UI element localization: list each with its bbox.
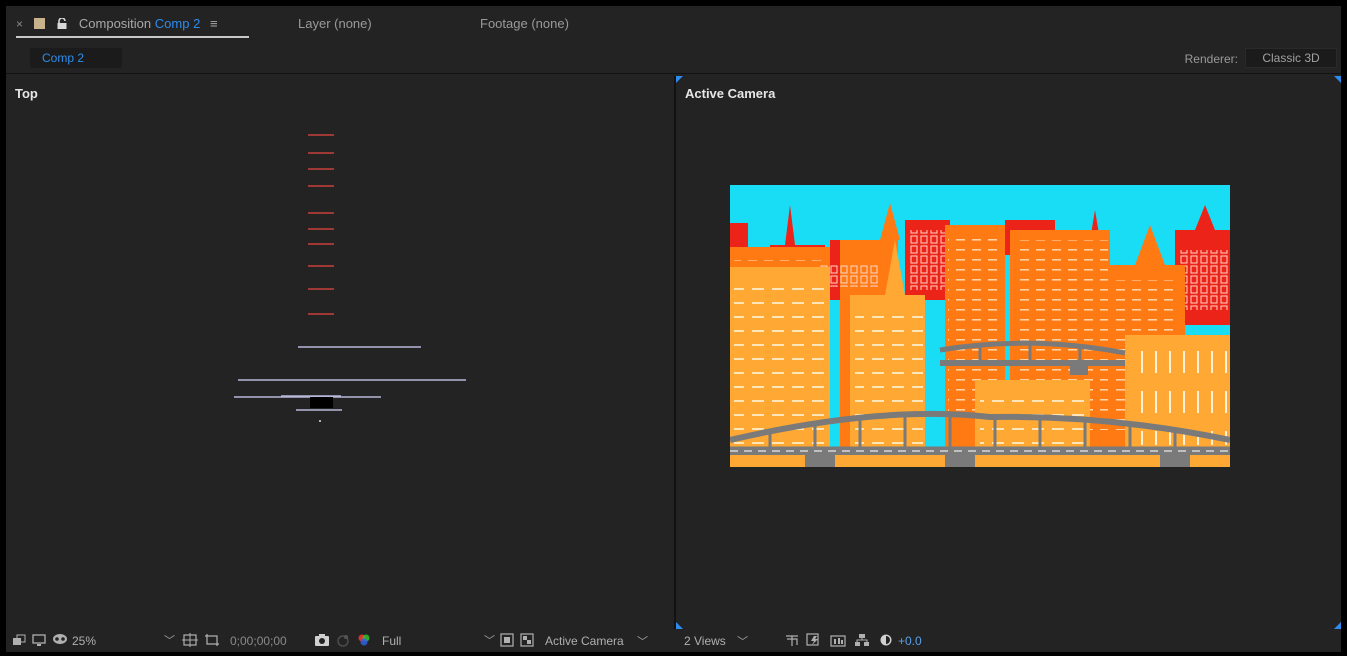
resolution-value: Full	[382, 634, 402, 648]
3d-draft-icon[interactable]	[830, 633, 846, 649]
channel-icon[interactable]	[356, 633, 372, 649]
reset-exposure-icon[interactable]	[878, 633, 894, 649]
layer-lines-gray	[234, 346, 466, 411]
renderer-label: Renderer:	[1184, 52, 1238, 66]
color-swatch-icon[interactable]	[33, 18, 45, 29]
layer-lines-red	[308, 134, 334, 315]
view-layout-value: 2 Views	[684, 634, 726, 648]
tab-composition-name: Comp 2	[154, 16, 201, 31]
panel-menu-icon[interactable]: ≡	[210, 16, 218, 31]
chevron-down-icon[interactable]: ﹀	[484, 633, 495, 649]
active-view-corner-icon	[676, 622, 683, 629]
viewer-active-camera[interactable]: Active Camera	[676, 76, 1341, 629]
chevron-down-icon: ﹀	[737, 636, 749, 648]
active-view-corner-icon	[1334, 622, 1341, 629]
comp-breadcrumb[interactable]: Comp 2	[30, 48, 122, 68]
resolution-dropdown[interactable]: Full	[382, 633, 401, 649]
tab-composition[interactable]: × Composition Comp 2 ≡	[16, 16, 218, 31]
zoom-dropdown[interactable]: 25%	[72, 633, 96, 649]
toggle-transparency-icon[interactable]	[500, 633, 514, 649]
chevron-down-icon[interactable]: ﹀	[164, 633, 175, 649]
camera-view-value: Active Camera	[545, 634, 624, 648]
checkerboard-icon[interactable]	[520, 633, 534, 649]
viewer-toolbar: 25% ﹀ 0;00;00;00 Full ﹀ Active Camera ﹀ …	[6, 630, 1341, 652]
camera-view-dropdown[interactable]: Active Camera ﹀	[545, 633, 648, 649]
camera-point	[319, 420, 321, 422]
transparency-grid-icon[interactable]	[204, 633, 220, 649]
lock-icon[interactable]	[57, 17, 67, 29]
fast-preview-icon[interactable]	[806, 633, 822, 649]
close-icon[interactable]: ×	[16, 17, 23, 31]
composition-navigator-bar: Comp 2 Renderer: Classic 3D	[6, 44, 1341, 74]
active-tab-underline	[16, 36, 249, 38]
chevron-down-icon: ﹀	[637, 636, 649, 648]
active-view-corner-icon	[676, 76, 683, 83]
snapshot-icon[interactable]	[314, 633, 330, 649]
mask-icon[interactable]	[52, 633, 68, 649]
active-view-corner-icon	[1334, 76, 1341, 83]
tab-footage[interactable]: Footage (none)	[480, 16, 569, 31]
composition-panel: × Composition Comp 2 ≡ Layer (none) Foot…	[6, 6, 1341, 652]
tab-bar: × Composition Comp 2 ≡ Layer (none) Foot…	[6, 6, 1341, 42]
region-of-interest-icon[interactable]	[182, 633, 198, 649]
tab-composition-prefix: Composition	[78, 16, 152, 31]
show-snapshot-icon[interactable]	[336, 633, 350, 649]
renderer-button[interactable]: Classic 3D	[1245, 48, 1337, 68]
share-view-options-icon[interactable]	[784, 633, 800, 649]
view-label-active-camera: Active Camera	[685, 86, 776, 101]
flowchart-icon[interactable]	[854, 633, 870, 649]
camera-body	[310, 397, 333, 408]
exposure-value[interactable]: +0.0	[898, 633, 922, 649]
view-layout-dropdown[interactable]: 2 Views ﹀	[684, 633, 748, 649]
zoom-value: 25%	[72, 634, 97, 648]
city-illustration	[730, 185, 1230, 467]
tab-layer[interactable]: Layer (none)	[298, 16, 372, 31]
monitor-icon[interactable]	[32, 633, 46, 649]
viewer-top[interactable]: Top	[6, 76, 674, 629]
always-preview-icon[interactable]	[12, 633, 26, 649]
top-view-layers	[234, 134, 466, 422]
timecode[interactable]: 0;00;00;00	[230, 633, 287, 649]
